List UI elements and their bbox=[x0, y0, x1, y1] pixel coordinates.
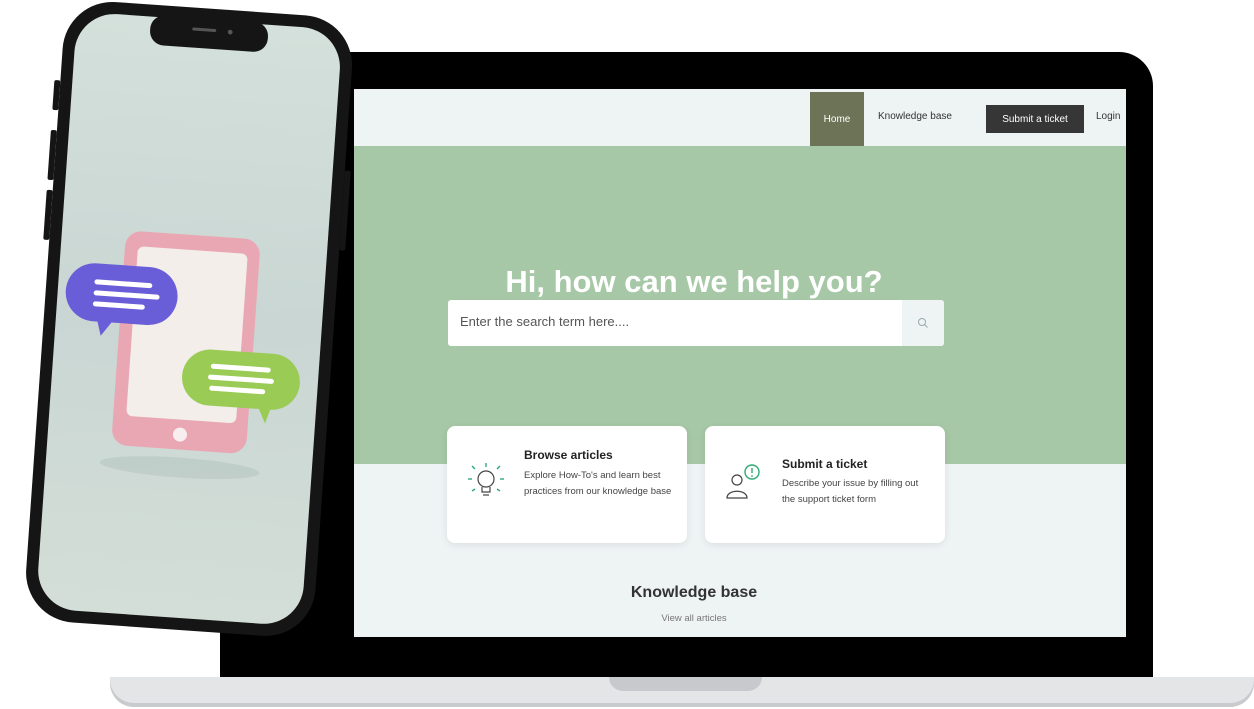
hero-title: Hi, how can we help you? bbox=[505, 264, 883, 299]
search-input[interactable] bbox=[460, 314, 890, 329]
lightbulb-icon bbox=[468, 463, 504, 496]
nav-knowledge-base[interactable]: Knowledge base bbox=[878, 111, 952, 122]
phone-mockup bbox=[26, 1, 353, 636]
illustration-phone bbox=[112, 231, 260, 454]
browse-articles-card[interactable]: Browse articles Explore How-To's and lea… bbox=[447, 426, 687, 543]
card-title: Submit a ticket bbox=[782, 457, 868, 471]
card-description: Describe your issue by filling out the s… bbox=[782, 478, 919, 505]
view-all-articles-link[interactable]: View all articles bbox=[354, 613, 1034, 624]
nav-home[interactable]: Home bbox=[810, 92, 864, 146]
stage: Home Knowledge base Submit a ticket Logi… bbox=[0, 0, 1254, 709]
nav-login[interactable]: Login bbox=[1096, 111, 1120, 122]
laptop-notch bbox=[609, 677, 762, 691]
nav-submit-ticket-button[interactable]: Submit a ticket bbox=[986, 105, 1084, 133]
card-description: Explore How-To's and learn best practice… bbox=[524, 470, 672, 497]
search-icon bbox=[918, 318, 928, 328]
knowledge-base-title: Knowledge base bbox=[630, 584, 758, 601]
submit-ticket-card[interactable]: Submit a ticket Describe your issue by f… bbox=[705, 426, 945, 543]
card-title: Browse articles bbox=[524, 448, 613, 462]
laptop-screen: Home Knowledge base Submit a ticket Logi… bbox=[354, 89, 1126, 637]
search-bar bbox=[448, 300, 944, 346]
search-button[interactable] bbox=[902, 300, 944, 346]
user-alert-icon bbox=[726, 464, 760, 499]
hero-section: Hi, how can we help you? bbox=[354, 146, 1126, 464]
top-nav: Home Knowledge base Submit a ticket Logi… bbox=[354, 89, 1126, 146]
